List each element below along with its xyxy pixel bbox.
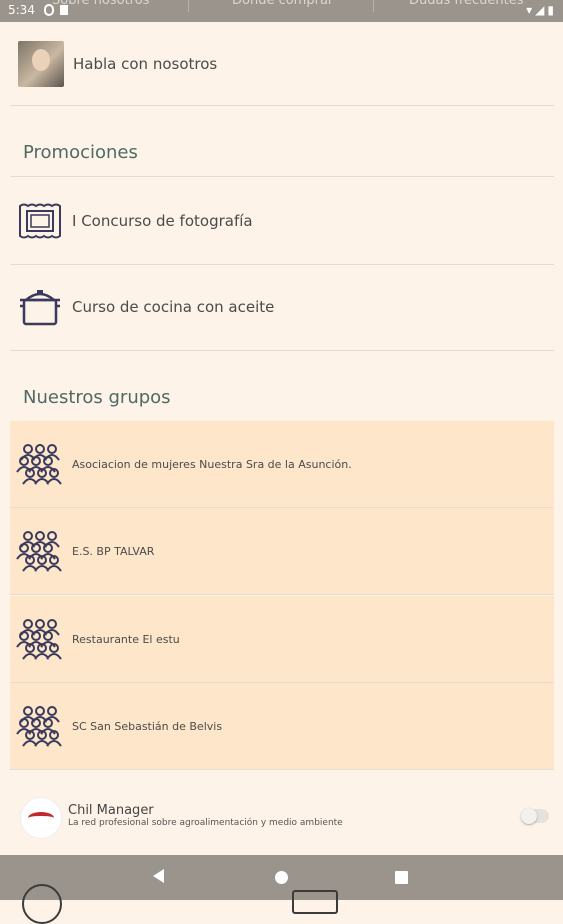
top-tabs-peek: Sobre nosotros Donde comprar Dudas frecu… <box>0 0 563 12</box>
group-item[interactable]: E.S. BP TALVAR <box>10 508 554 595</box>
group-label: Restaurante El estu <box>72 632 180 646</box>
notification-icon <box>44 4 54 16</box>
footer-toggle[interactable] <box>521 808 549 824</box>
people-group-icon <box>16 529 64 573</box>
contact-photo-wrap <box>18 40 64 87</box>
groups-title: Nuestros grupos <box>23 387 171 408</box>
people-group-icon <box>16 442 64 486</box>
cooking-pot-icon <box>16 286 64 328</box>
system-icons: ▾◢▮ <box>526 3 557 17</box>
wifi-icon: ▾ <box>526 3 536 17</box>
footer-app-name: Chil Manager <box>68 803 154 818</box>
group-item[interactable]: SC San Sebastián de Belvis <box>10 683 554 770</box>
promotion-item[interactable]: I Concurso de fotografía <box>10 176 554 265</box>
promotion-label: I Concurso de fotografía <box>72 211 253 230</box>
contact-row[interactable]: Habla con nosotros <box>10 22 554 106</box>
footer-description: La red profesional sobre agroalimentació… <box>68 818 343 828</box>
sd-card-icon <box>60 5 68 15</box>
contact-label: Habla con nosotros <box>73 54 218 73</box>
group-label: E.S. BP TALVAR <box>72 544 155 558</box>
status-bar: Sobre nosotros Donde comprar Dudas frecu… <box>0 0 563 22</box>
group-item[interactable]: Restaurante El estu <box>10 596 554 683</box>
home-icon[interactable] <box>275 871 288 884</box>
picture-frame-icon <box>16 200 64 242</box>
chil-logo <box>20 797 62 839</box>
signal-icon: ◢ <box>535 3 548 17</box>
power-icon <box>22 884 62 924</box>
card-icon <box>292 890 338 914</box>
tab-dudas-frecuentes[interactable]: Dudas frecuentes <box>409 0 524 8</box>
status-time: 5:34 <box>8 3 35 17</box>
footer: Chil Manager La red profesional sobre ag… <box>0 785 563 855</box>
tab-separator <box>373 0 374 12</box>
promotions-title: Promociones <box>23 142 138 163</box>
navigation-bar <box>0 855 563 900</box>
people-group-icon <box>16 617 64 661</box>
group-item[interactable]: Asociacion de mujeres Nuestra Sra de la … <box>10 421 554 508</box>
avatar <box>18 40 64 87</box>
group-label: Asociacion de mujeres Nuestra Sra de la … <box>72 457 352 471</box>
promotion-label: Curso de cocina con aceite <box>72 298 275 316</box>
battery-icon: ▮ <box>547 3 557 17</box>
group-label: SC San Sebastián de Belvis <box>72 719 223 733</box>
back-icon[interactable] <box>153 869 164 883</box>
recents-icon[interactable] <box>395 871 408 884</box>
tab-donde-comprar[interactable]: Donde comprar <box>232 0 333 8</box>
promotion-item[interactable]: Curso de cocina con aceite <box>10 264 554 351</box>
people-group-icon <box>16 704 64 748</box>
tab-separator <box>188 0 189 12</box>
